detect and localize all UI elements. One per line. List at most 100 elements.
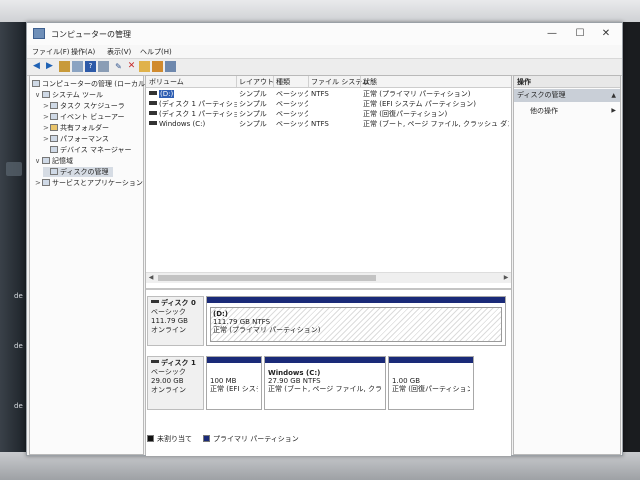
- volume-type: ベーシック: [276, 90, 308, 98]
- disk-size: 29.00 GB: [151, 377, 184, 385]
- up-folder-icon[interactable]: [59, 61, 70, 72]
- column-header-status[interactable]: 状態: [363, 77, 377, 87]
- computer-management-icon: [33, 28, 45, 39]
- volume-status: 正常 (回復パーティション): [363, 110, 448, 118]
- volume-status: 正常 (ブート, ページ ファイル, クラッシュ ダンプ, ベーシ: [363, 120, 509, 128]
- column-header-layout[interactable]: レイアウト: [239, 77, 274, 87]
- desktop-icon-label: de: [14, 292, 23, 300]
- monitor-bezel-top: [0, 0, 640, 22]
- horizontal-scrollbar[interactable]: ◀ ▶: [146, 272, 511, 283]
- storage-icon: [42, 157, 50, 164]
- close-button[interactable]: ✕: [593, 26, 619, 42]
- volume-row[interactable]: (ディスク 1 パーティション 1) シンプル ベーシック 正常 (EFI シス…: [146, 99, 511, 109]
- help-icon[interactable]: ?: [85, 61, 96, 72]
- partition-bar: [389, 357, 473, 363]
- legend-label-primary: プライマリ パーティション: [213, 435, 299, 443]
- volume-list-header: ボリューム レイアウト 種類 ファイル システム 状態: [146, 76, 511, 88]
- expand-icon[interactable]: >: [35, 178, 42, 188]
- tree-item-services-applications[interactable]: > サービスとアプリケーション: [35, 178, 143, 188]
- volume-row[interactable]: (ディスク 1 パーティション 4) シンプル ベーシック 正常 (回復パーティ…: [146, 109, 511, 119]
- desk-area: [0, 452, 640, 480]
- collapse-icon[interactable]: ∨: [35, 156, 42, 166]
- tree-item-task-scheduler[interactable]: > タスク スケジューラ: [43, 101, 125, 111]
- volume-type: ベーシック: [276, 100, 308, 108]
- volume-filesystem: NTFS: [311, 90, 329, 98]
- desktop-icon-label: de: [14, 342, 23, 350]
- disk-1-label[interactable]: ディスク 1 ベーシック 29.00 GB オンライン: [147, 356, 204, 410]
- scroll-left-icon[interactable]: ◀: [146, 273, 156, 283]
- tree-item-shared-folders[interactable]: > 共有フォルダー: [43, 123, 109, 133]
- tree-item-device-manager[interactable]: デバイス マネージャー: [43, 145, 132, 155]
- actions-section-label: ディスクの管理: [517, 91, 566, 99]
- tree-item-computer-management[interactable]: コンピューターの管理 (ローカル): [32, 79, 148, 89]
- column-header-volume[interactable]: ボリューム: [149, 77, 184, 87]
- disk-size: 111.79 GB: [151, 317, 188, 325]
- partition-d[interactable]: (D:) 111.79 GB NTFS 正常 (プライマリ パーティション): [206, 296, 506, 346]
- menu-help[interactable]: ヘルプ(H): [140, 47, 172, 57]
- collapse-up-icon[interactable]: ▲: [611, 89, 616, 102]
- partition-windows-c[interactable]: Windows (C:) 27.90 GB NTFS 正常 (ブート, ページ …: [264, 356, 386, 410]
- volume-layout: シンプル: [239, 110, 267, 118]
- actions-header: 操作: [514, 76, 620, 88]
- expand-icon[interactable]: >: [43, 123, 50, 133]
- tree-item-performance[interactable]: > パフォーマンス: [43, 134, 109, 144]
- tree-item-label: システム ツール: [52, 91, 104, 99]
- volume-row[interactable]: Windows (C:) シンプル ベーシック NTFS 正常 (ブート, ペー…: [146, 119, 511, 129]
- volume-icon: [149, 121, 157, 125]
- view-icon[interactable]: [165, 61, 176, 72]
- disk-graphical-view: ディスク 0 ベーシック 111.79 GB オンライン (D:) 111.79…: [146, 288, 511, 456]
- volume-filesystem: NTFS: [311, 120, 329, 128]
- save-icon[interactable]: [152, 61, 163, 72]
- show-hide-tree-icon[interactable]: [72, 61, 83, 72]
- services-icon: [42, 179, 50, 186]
- volume-row[interactable]: (D:) シンプル ベーシック NTFS 正常 (プライマリ パーティション): [146, 89, 511, 99]
- tree-item-system-tools[interactable]: ∨ システム ツール: [35, 90, 103, 100]
- scroll-right-icon[interactable]: ▶: [501, 273, 511, 283]
- partition-bar: [207, 297, 505, 303]
- expand-icon[interactable]: >: [43, 101, 50, 111]
- tree-item-storage[interactable]: ∨ 記憶域: [35, 156, 73, 166]
- partition-size: 100 MB: [210, 377, 237, 385]
- menu-file[interactable]: ファイル(F): [32, 47, 70, 57]
- partition-size: 27.90 GB NTFS: [268, 377, 321, 385]
- tree-item-label: 記憶域: [52, 157, 73, 165]
- back-icon[interactable]: ◀: [31, 61, 42, 72]
- maximize-button[interactable]: ☐: [567, 26, 593, 42]
- partition-size: 1.00 GB: [392, 377, 421, 385]
- disk-state: オンライン: [151, 386, 186, 394]
- disk-state: オンライン: [151, 326, 186, 334]
- menu-action[interactable]: 操作(A): [71, 47, 95, 57]
- menu-view[interactable]: 表示(V): [107, 47, 131, 57]
- minimize-button[interactable]: —: [539, 26, 565, 42]
- tree-item-disk-management[interactable]: ディスクの管理: [43, 167, 113, 177]
- volume-layout: シンプル: [239, 90, 267, 98]
- submenu-arrow-icon[interactable]: ▶: [611, 107, 616, 114]
- computer-management-window: コンピューターの管理 — ☐ ✕ ファイル(F) 操作(A) 表示(V) ヘルプ…: [26, 22, 623, 456]
- partition-bar: [265, 357, 385, 363]
- expand-icon[interactable]: >: [43, 112, 50, 122]
- expand-icon[interactable]: >: [43, 134, 50, 144]
- properties-icon[interactable]: [98, 61, 109, 72]
- desktop-left-strip: de de de: [0, 22, 26, 480]
- actions-pane: 操作 ディスクの管理 ▲ 他の操作 ▶: [513, 75, 621, 455]
- forward-icon[interactable]: ▶: [44, 61, 55, 72]
- delete-icon[interactable]: ✕: [126, 61, 137, 72]
- volume-icon: [149, 111, 157, 115]
- disk-0-label[interactable]: ディスク 0 ベーシック 111.79 GB オンライン: [147, 296, 204, 346]
- more-actions-item[interactable]: 他の操作: [530, 106, 558, 116]
- volume-status: 正常 (プライマリ パーティション): [363, 90, 471, 98]
- partition-status: 正常 (EFI システ: [210, 385, 258, 393]
- collapse-icon[interactable]: ∨: [35, 90, 42, 100]
- open-icon[interactable]: [139, 61, 150, 72]
- desktop-icon[interactable]: [6, 162, 22, 176]
- tree-item-label: サービスとアプリケーション: [52, 179, 143, 187]
- volume-type: ベーシック: [276, 110, 308, 118]
- legend-swatch-unallocated: [147, 435, 154, 442]
- partition-efi[interactable]: 100 MB 正常 (EFI システ: [206, 356, 262, 410]
- partition-recovery[interactable]: 1.00 GB 正常 (回復パーティション): [388, 356, 474, 410]
- connect-drive-icon[interactable]: ✎: [113, 61, 124, 72]
- actions-section-disk-management[interactable]: ディスクの管理 ▲: [514, 89, 620, 102]
- column-header-type[interactable]: 種類: [276, 77, 290, 87]
- scrollbar-thumb[interactable]: [158, 275, 376, 281]
- tree-item-event-viewer[interactable]: > イベント ビューアー: [43, 112, 125, 122]
